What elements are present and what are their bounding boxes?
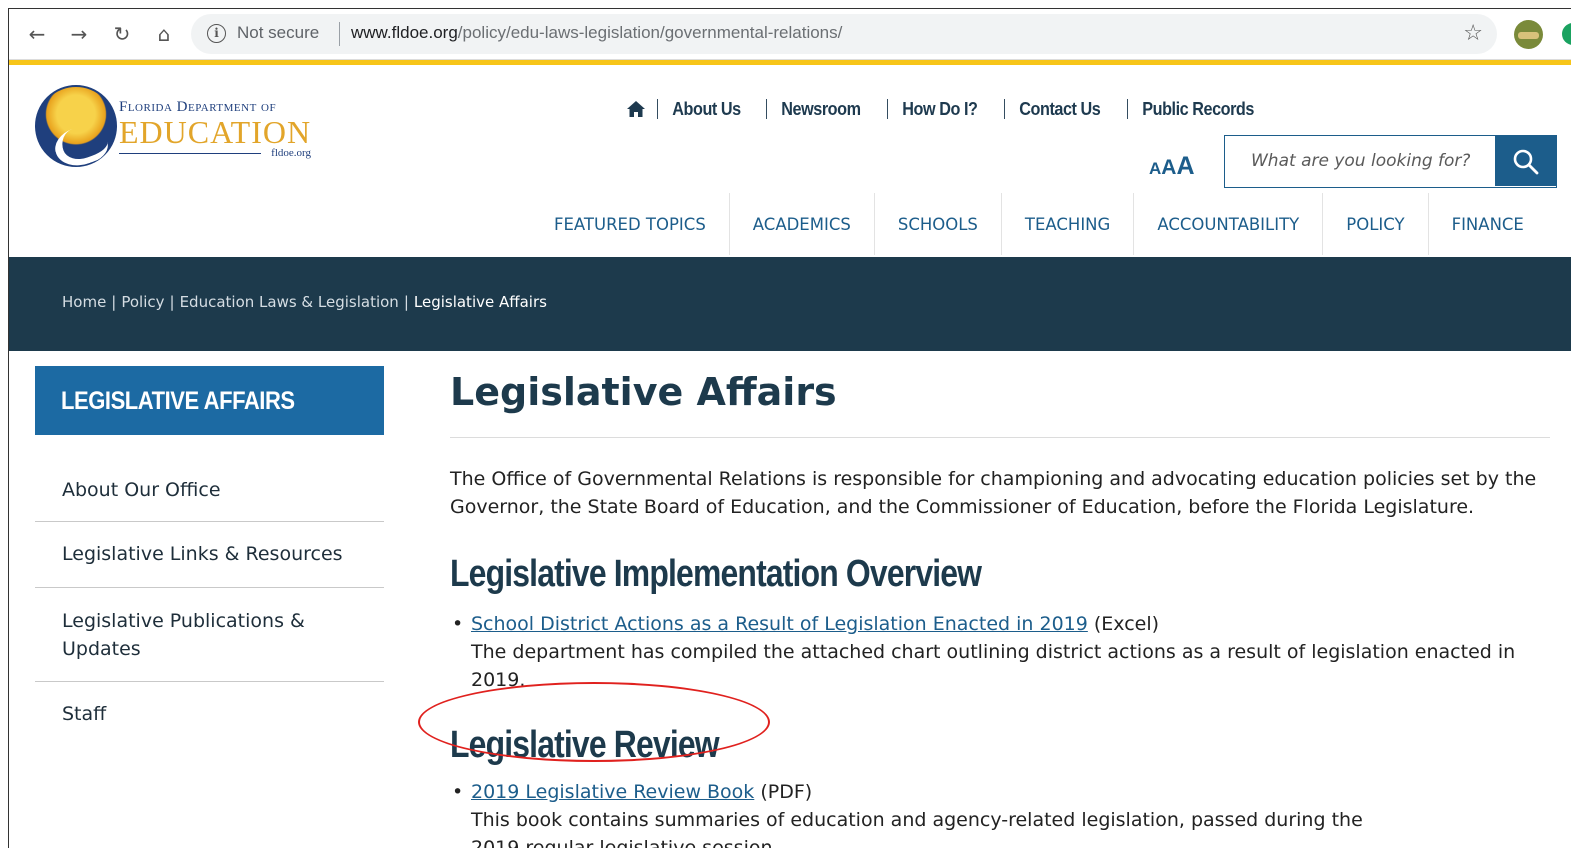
security-label: Not secure <box>237 23 320 42</box>
breadcrumb-home[interactable]: Home <box>62 293 106 311</box>
breadcrumb-current: Legislative Affairs <box>413 293 547 311</box>
breadcrumb-separator: | <box>169 293 175 311</box>
gold-accent-bar <box>9 60 1571 65</box>
breadcrumb-separator: | <box>403 293 409 311</box>
item-description: The department has compiled the attached… <box>471 641 1516 691</box>
util-public-records[interactable]: Public Records <box>1126 99 1268 119</box>
nav-featured-topics[interactable]: FEATURED TOPICS <box>531 193 729 255</box>
main-nav: FEATURED TOPICS ACADEMICS SCHOOLS TEACHI… <box>531 193 1547 255</box>
logo-line3: fldoe.org <box>119 147 311 161</box>
logo-emblem-icon <box>35 85 117 167</box>
util-newsroom[interactable]: Newsroom <box>766 99 875 119</box>
file-format-label: (Excel) <box>1093 613 1160 635</box>
page-title: Legislative Affairs <box>450 370 837 414</box>
nav-academics[interactable]: ACADEMICS <box>728 193 874 255</box>
nav-policy[interactable]: POLICY <box>1322 193 1427 255</box>
sidebar-item-staff[interactable]: Staff <box>35 682 384 748</box>
back-arrow-icon[interactable]: ← <box>25 21 49 47</box>
section-heading-implementation: Legislative Implementation Overview <box>450 552 1550 596</box>
util-contact-us[interactable]: Contact Us <box>1003 99 1115 119</box>
text-size-small[interactable]: A <box>1149 159 1161 178</box>
list-item: School District Actions as a Result of L… <box>450 610 1550 694</box>
breadcrumb-policy[interactable]: Policy <box>121 293 164 311</box>
title-divider <box>450 437 1550 438</box>
search-button[interactable] <box>1495 136 1556 186</box>
logo-line2: EDUCATION <box>119 114 312 150</box>
file-format-label: (PDF) <box>760 781 813 803</box>
breadcrumb-edu-laws[interactable]: Education Laws & Legislation <box>180 293 399 311</box>
legislative-review-book-link[interactable]: 2019 Legislative Review Book <box>471 781 754 803</box>
util-how-do-i[interactable]: How Do I? <box>887 99 992 119</box>
text-size-medium[interactable]: A <box>1161 156 1176 179</box>
nav-teaching[interactable]: TEACHING <box>1000 193 1133 255</box>
section-heading-text: Legislative Implementation Overview <box>450 553 982 595</box>
info-icon[interactable]: i <box>207 24 226 43</box>
site-search <box>1224 135 1557 188</box>
search-input[interactable] <box>1225 136 1487 186</box>
home-icon[interactable]: ⌂ <box>152 21 176 47</box>
forward-arrow-icon[interactable]: → <box>67 21 91 47</box>
breadcrumb-band: Home | Policy | Education Laws & Legislation… <box>9 257 1571 351</box>
main-content: Legislative Affairs The Office of Govern… <box>450 361 1550 848</box>
avatar-icon[interactable] <box>1514 20 1543 49</box>
breadcrumb: Home | Policy | Education Laws & Legislation… <box>62 293 547 311</box>
reload-icon[interactable]: ↻ <box>110 21 134 47</box>
util-about-us[interactable]: About Us <box>657 99 755 119</box>
sidebar-title: LEGISLATIVE AFFAIRS <box>35 366 384 435</box>
nav-schools[interactable]: SCHOOLS <box>873 193 1001 255</box>
star-icon[interactable]: ☆ <box>1463 21 1483 46</box>
school-district-actions-link[interactable]: School District Actions as a Result of L… <box>471 613 1088 635</box>
breadcrumb-separator: | <box>111 293 117 311</box>
nav-accountability[interactable]: ACCOUNTABILITY <box>1133 193 1322 255</box>
sidebar-item-links-resources[interactable]: Legislative Links & Resources <box>35 522 384 588</box>
fldoe-logo[interactable]: Florida Department of EDUCATION fldoe.or… <box>35 85 325 175</box>
item-description: This book contains summaries of educatio… <box>471 809 1363 848</box>
address-bar[interactable]: i Not secure www.fldoe.org/policy/edu-la… <box>191 14 1497 54</box>
section-heading-review: Legislative Review <box>450 723 1550 767</box>
text-size-toggle[interactable]: AAA <box>1149 152 1195 181</box>
browser-toolbar: ← → ↻ ⌂ i Not secure www.fldoe.org/polic… <box>9 9 1571 60</box>
sidebar: LEGISLATIVE AFFAIRS About Our Office Leg… <box>35 366 384 748</box>
utility-nav: About Us Newsroom How Do I? Contact Us P… <box>625 94 1284 124</box>
section-heading-text: Legislative Review <box>450 724 720 766</box>
sidebar-item-about-our-office[interactable]: About Our Office <box>35 435 384 522</box>
list-item: 2019 Legislative Review Book (PDF) This … <box>450 778 1410 848</box>
sidebar-item-publications-updates[interactable]: Legislative Publications & Updates <box>35 588 384 682</box>
text-size-large[interactable]: A <box>1176 152 1194 180</box>
sidebar-title-text: LEGISLATIVE AFFAIRS <box>61 387 295 415</box>
extension-icon[interactable] <box>1562 23 1571 45</box>
address-divider <box>339 22 340 46</box>
url-host: www.fldoe.org <box>351 23 458 42</box>
logo-domain: fldoe.org <box>271 147 311 159</box>
url-text[interactable]: www.fldoe.org/policy/edu-laws-legislatio… <box>351 23 842 43</box>
browser-window: ← → ↻ ⌂ i Not secure www.fldoe.org/polic… <box>8 8 1571 848</box>
url-path: /policy/edu-laws-legislation/governmenta… <box>457 23 843 42</box>
search-icon <box>1513 149 1539 175</box>
intro-paragraph: The Office of Governmental Relations is … <box>450 468 1537 518</box>
site-home-icon[interactable] <box>625 98 647 120</box>
nav-finance[interactable]: FINANCE <box>1427 193 1547 255</box>
